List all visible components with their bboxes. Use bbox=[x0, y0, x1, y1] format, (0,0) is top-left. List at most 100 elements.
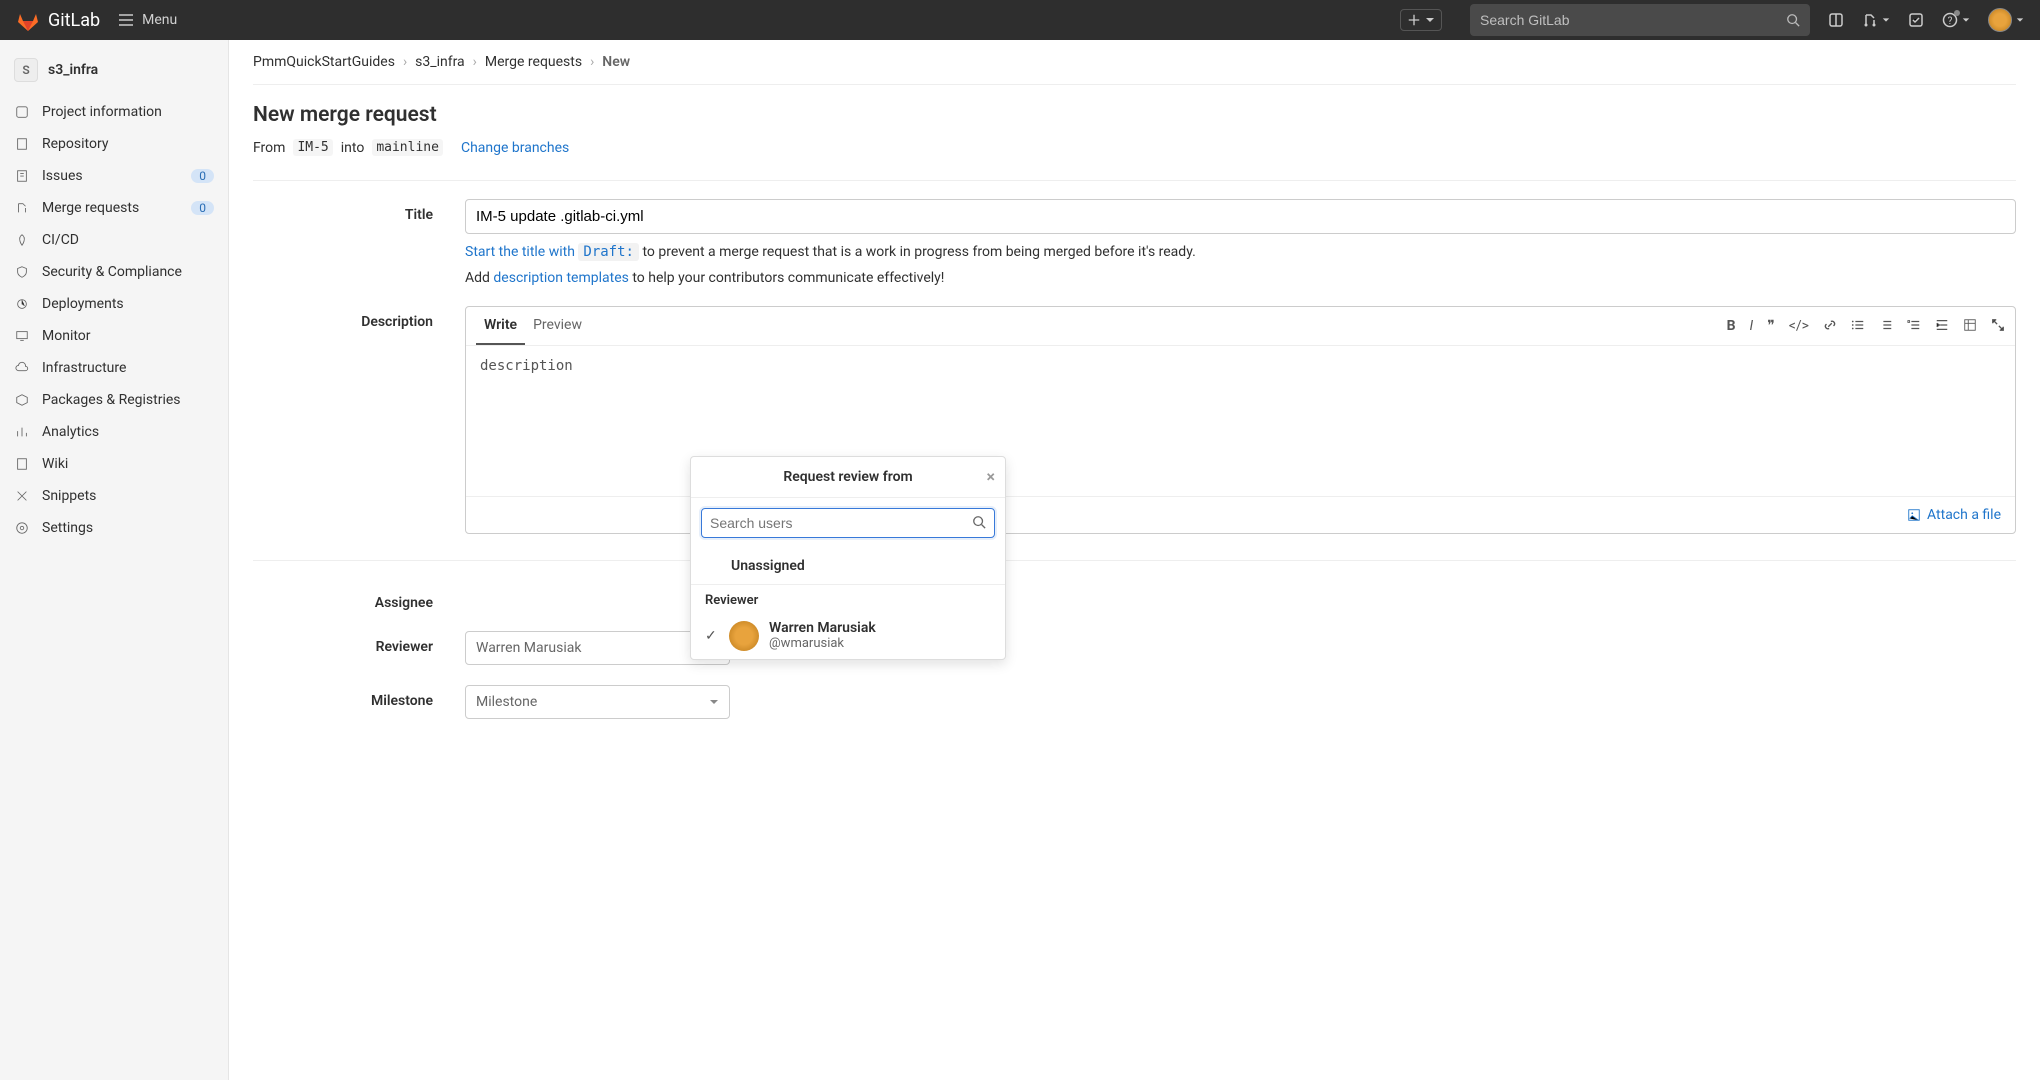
table-icon[interactable] bbox=[1963, 318, 1977, 334]
rocket-icon bbox=[14, 233, 30, 247]
svg-text:?: ? bbox=[1948, 16, 1953, 27]
chart-icon bbox=[14, 425, 30, 439]
popover-unassigned[interactable]: Unassigned bbox=[691, 548, 1005, 584]
sidebar-item-project-info[interactable]: Project information bbox=[0, 96, 228, 128]
repository-icon bbox=[14, 137, 30, 151]
plus-icon bbox=[1407, 13, 1421, 27]
sidebar-item-issues[interactable]: Issues0 bbox=[0, 160, 228, 192]
breadcrumb-group[interactable]: PmmQuickStartGuides bbox=[253, 54, 395, 70]
draft-hint: Start the title with Draft: to prevent a… bbox=[465, 244, 2016, 260]
sidebar-item-analytics[interactable]: Analytics bbox=[0, 416, 228, 448]
help-dropdown[interactable]: ? bbox=[1942, 12, 1970, 28]
popover-search-input[interactable] bbox=[710, 515, 972, 531]
project-header[interactable]: S s3_infra bbox=[0, 50, 228, 96]
reviewer-name: Warren Marusiak bbox=[769, 620, 876, 636]
template-hint: Add description templates to help your c… bbox=[465, 270, 2016, 286]
reviewer-popover: Request review from × Unassigned Reviewe… bbox=[690, 456, 1006, 660]
chevron-down-icon bbox=[709, 697, 719, 707]
check-icon: ✓ bbox=[705, 628, 719, 644]
topbar: GitLab Menu ? bbox=[0, 0, 2040, 40]
user-avatar bbox=[1988, 8, 2012, 32]
cloud-icon bbox=[14, 361, 30, 375]
draft-tag[interactable]: Draft: bbox=[578, 243, 639, 261]
issues-shortcut-icon[interactable] bbox=[1828, 12, 1844, 28]
shield-icon bbox=[14, 265, 30, 279]
menu-toggle[interactable]: Menu bbox=[118, 12, 177, 28]
attach-file-button[interactable]: Attach a file bbox=[1907, 507, 2001, 523]
fullscreen-icon[interactable] bbox=[1991, 318, 2005, 334]
change-branches-link[interactable]: Change branches bbox=[461, 140, 569, 156]
sidebar-item-deployments[interactable]: Deployments bbox=[0, 288, 228, 320]
chevron-right-icon: › bbox=[590, 54, 594, 70]
draft-hint-link[interactable]: Start the title with bbox=[465, 244, 578, 260]
popover-search[interactable] bbox=[701, 508, 995, 538]
reviewer-handle: @wmarusiak bbox=[769, 636, 876, 651]
gitlab-icon bbox=[16, 8, 40, 32]
assignee-label: Assignee bbox=[253, 587, 465, 611]
source-branch: IM-5 bbox=[293, 139, 332, 156]
gitlab-logo[interactable]: GitLab bbox=[16, 8, 100, 32]
monitor-icon bbox=[14, 329, 30, 343]
sidebar-item-merge-requests[interactable]: Merge requests0 bbox=[0, 192, 228, 224]
hamburger-icon bbox=[118, 12, 134, 28]
chevron-right-icon: › bbox=[403, 54, 407, 70]
merge-request-shortcut[interactable] bbox=[1862, 12, 1890, 28]
link-icon[interactable] bbox=[1823, 318, 1837, 334]
tab-write[interactable]: Write bbox=[476, 307, 525, 345]
page-title: New merge request bbox=[253, 103, 2016, 127]
reviewer-avatar bbox=[729, 621, 759, 651]
target-branch: mainline bbox=[372, 139, 443, 156]
sidebar-item-infrastructure[interactable]: Infrastructure bbox=[0, 352, 228, 384]
search-icon bbox=[1786, 13, 1800, 27]
global-search[interactable] bbox=[1470, 4, 1810, 36]
title-label: Title bbox=[253, 199, 465, 223]
tab-preview[interactable]: Preview bbox=[525, 307, 590, 345]
sidebar-item-monitor[interactable]: Monitor bbox=[0, 320, 228, 352]
project-name: s3_infra bbox=[48, 62, 98, 78]
popover-reviewer-item[interactable]: ✓ Warren Marusiak @wmarusiak bbox=[691, 612, 1005, 659]
brand-text: GitLab bbox=[48, 10, 100, 31]
title-input[interactable] bbox=[465, 199, 2016, 234]
chevron-down-icon bbox=[1425, 15, 1435, 25]
user-menu[interactable] bbox=[1988, 8, 2024, 32]
main-content: PmmQuickStartGuides › s3_infra › Merge r… bbox=[229, 40, 2040, 1080]
milestone-label: Milestone bbox=[253, 685, 465, 709]
bold-icon[interactable]: B bbox=[1727, 318, 1736, 334]
reviewer-label: Reviewer bbox=[253, 631, 465, 655]
divider bbox=[253, 560, 2016, 561]
sidebar-item-security[interactable]: Security & Compliance bbox=[0, 256, 228, 288]
merge-icon bbox=[14, 201, 30, 215]
quote-icon[interactable]: ❞ bbox=[1767, 318, 1775, 334]
breadcrumb-mrs[interactable]: Merge requests bbox=[485, 54, 582, 70]
number-list-icon[interactable] bbox=[1879, 318, 1893, 334]
milestone-select[interactable]: Milestone bbox=[465, 685, 730, 719]
package-icon bbox=[14, 393, 30, 407]
gear-icon bbox=[14, 521, 30, 535]
sidebar-item-cicd[interactable]: CI/CD bbox=[0, 224, 228, 256]
description-label: Description bbox=[253, 306, 465, 330]
create-new-dropdown[interactable] bbox=[1400, 9, 1442, 31]
italic-icon[interactable]: I bbox=[1750, 318, 1754, 334]
indent-icon[interactable] bbox=[1935, 318, 1949, 334]
sidebar-item-snippets[interactable]: Snippets bbox=[0, 480, 228, 512]
sidebar-item-wiki[interactable]: Wiki bbox=[0, 448, 228, 480]
close-icon[interactable]: × bbox=[987, 467, 996, 486]
book-icon bbox=[14, 457, 30, 471]
issues-icon bbox=[14, 169, 30, 183]
branch-info: From IM-5 into mainline Change branches bbox=[253, 139, 2016, 181]
bullet-list-icon[interactable] bbox=[1851, 318, 1865, 334]
task-list-icon[interactable] bbox=[1907, 318, 1921, 334]
todos-icon[interactable] bbox=[1908, 12, 1924, 28]
breadcrumb-project[interactable]: s3_infra bbox=[415, 54, 465, 70]
scissors-icon bbox=[14, 489, 30, 503]
breadcrumb: PmmQuickStartGuides › s3_infra › Merge r… bbox=[253, 54, 2016, 85]
sidebar-item-settings[interactable]: Settings bbox=[0, 512, 228, 544]
sidebar: S s3_infra Project information Repositor… bbox=[0, 40, 229, 1080]
menu-label: Menu bbox=[142, 12, 177, 28]
sidebar-item-repository[interactable]: Repository bbox=[0, 128, 228, 160]
sidebar-item-packages[interactable]: Packages & Registries bbox=[0, 384, 228, 416]
template-link[interactable]: description templates bbox=[493, 270, 628, 286]
search-icon bbox=[972, 515, 986, 531]
search-input[interactable] bbox=[1480, 12, 1786, 28]
code-icon[interactable]: </> bbox=[1789, 318, 1809, 334]
